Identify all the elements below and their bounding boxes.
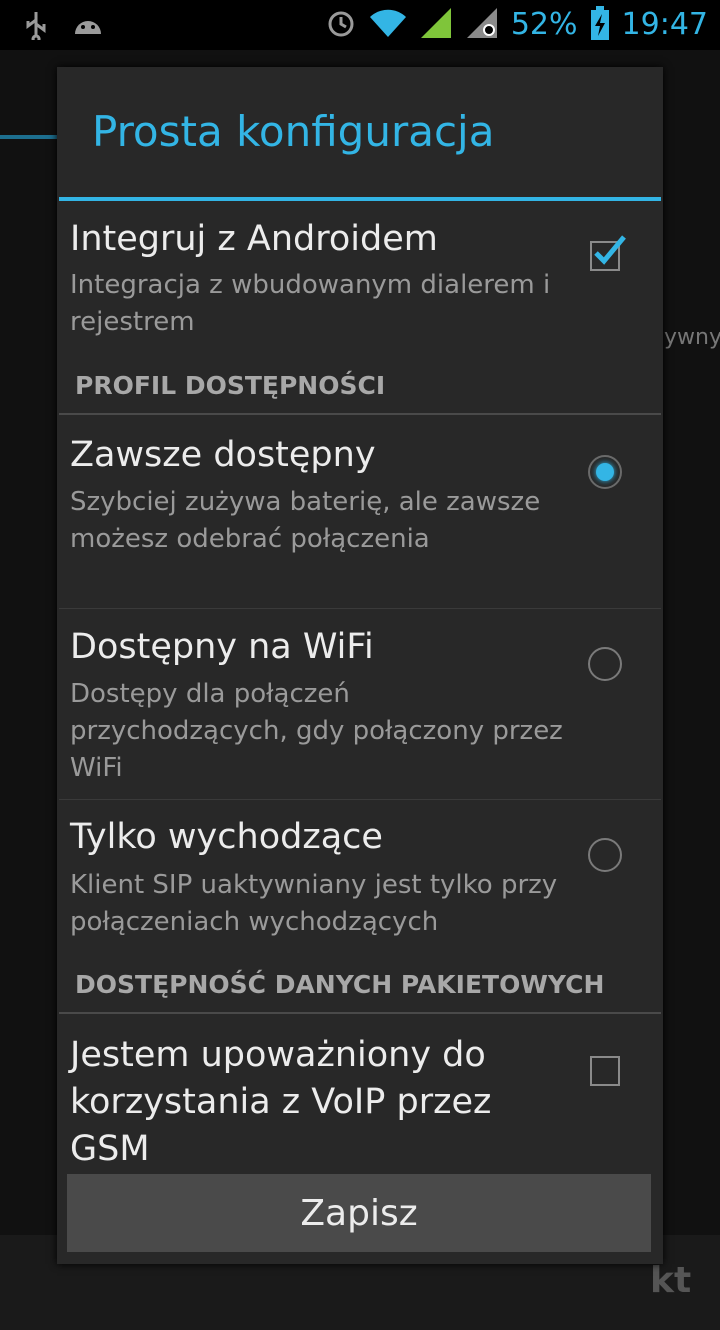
option-title: Dostępny na WiFi [70, 627, 374, 667]
radio-outgoing-only[interactable] [588, 838, 622, 872]
section-header-data: DOSTĘPNOŚĆ DANYCH PAKIETOWYCH [75, 970, 605, 999]
option-summary: Klient SIP uaktywniany jest tylko przy p… [70, 870, 558, 937]
button-bar: Zapisz [57, 1167, 663, 1264]
option-always-available[interactable]: Zawsze dostępny Szybciej zużywa baterię,… [57, 415, 663, 607]
radio-always-available[interactable] [588, 455, 622, 489]
background-tab-indicator [0, 135, 60, 139]
option-summary: Dostępy dla połączeń przychodzących, gdy… [70, 679, 563, 783]
integrate-android-summary: Integracja z wbudowanym dialerem i rejes… [70, 270, 551, 337]
status-bar: 52% 19:47 [0, 0, 720, 50]
section-header-profile: PROFIL DOSTĘPNOŚCI [75, 371, 386, 400]
integrate-android-checkbox[interactable] [590, 235, 626, 271]
option-wifi-available[interactable]: Dostępny na WiFi Dostępy dla połączeń pr… [57, 609, 663, 799]
option-title: Tylko wychodzące [70, 817, 383, 857]
option-title: Zawsze dostępny [70, 435, 376, 475]
dialog-title: Prosta konfiguracja [92, 107, 495, 156]
usb-icon [22, 10, 50, 44]
option-summary: Szybciej zużywa baterię, ale zawsze może… [70, 487, 541, 554]
android-debug-icon [72, 12, 104, 42]
battery-percent: 52% [510, 7, 578, 42]
background-text-fragment: ywny [664, 325, 720, 350]
battery-charging-icon [590, 6, 610, 44]
integrate-android-title: Integruj z Androidem [70, 219, 438, 259]
save-button[interactable]: Zapisz [67, 1174, 651, 1252]
background-bottom-text: kt [650, 1260, 692, 1301]
radio-wifi-available[interactable] [588, 647, 622, 681]
voip-gsm-checkbox[interactable] [590, 1056, 620, 1086]
signal-icon [419, 6, 453, 44]
voip-gsm-title: Jestem upoważniony do korzystania z VoIP… [70, 1035, 492, 1169]
integrate-android-row[interactable]: Integruj z Androidem Integracja z wbudow… [57, 201, 663, 361]
wifi-icon [369, 7, 407, 43]
setup-dialog: Prosta konfiguracja Integruj z Androidem… [57, 67, 663, 1264]
roaming-signal-icon [465, 6, 499, 44]
checkmark-icon [594, 235, 626, 265]
clock: 19:47 [621, 7, 708, 42]
option-outgoing-only[interactable]: Tylko wychodzące Klient SIP uaktywniany … [57, 800, 663, 960]
voip-gsm-row[interactable]: Jestem upoważniony do korzystania z VoIP… [57, 1014, 663, 1174]
alarm-icon [325, 7, 357, 43]
